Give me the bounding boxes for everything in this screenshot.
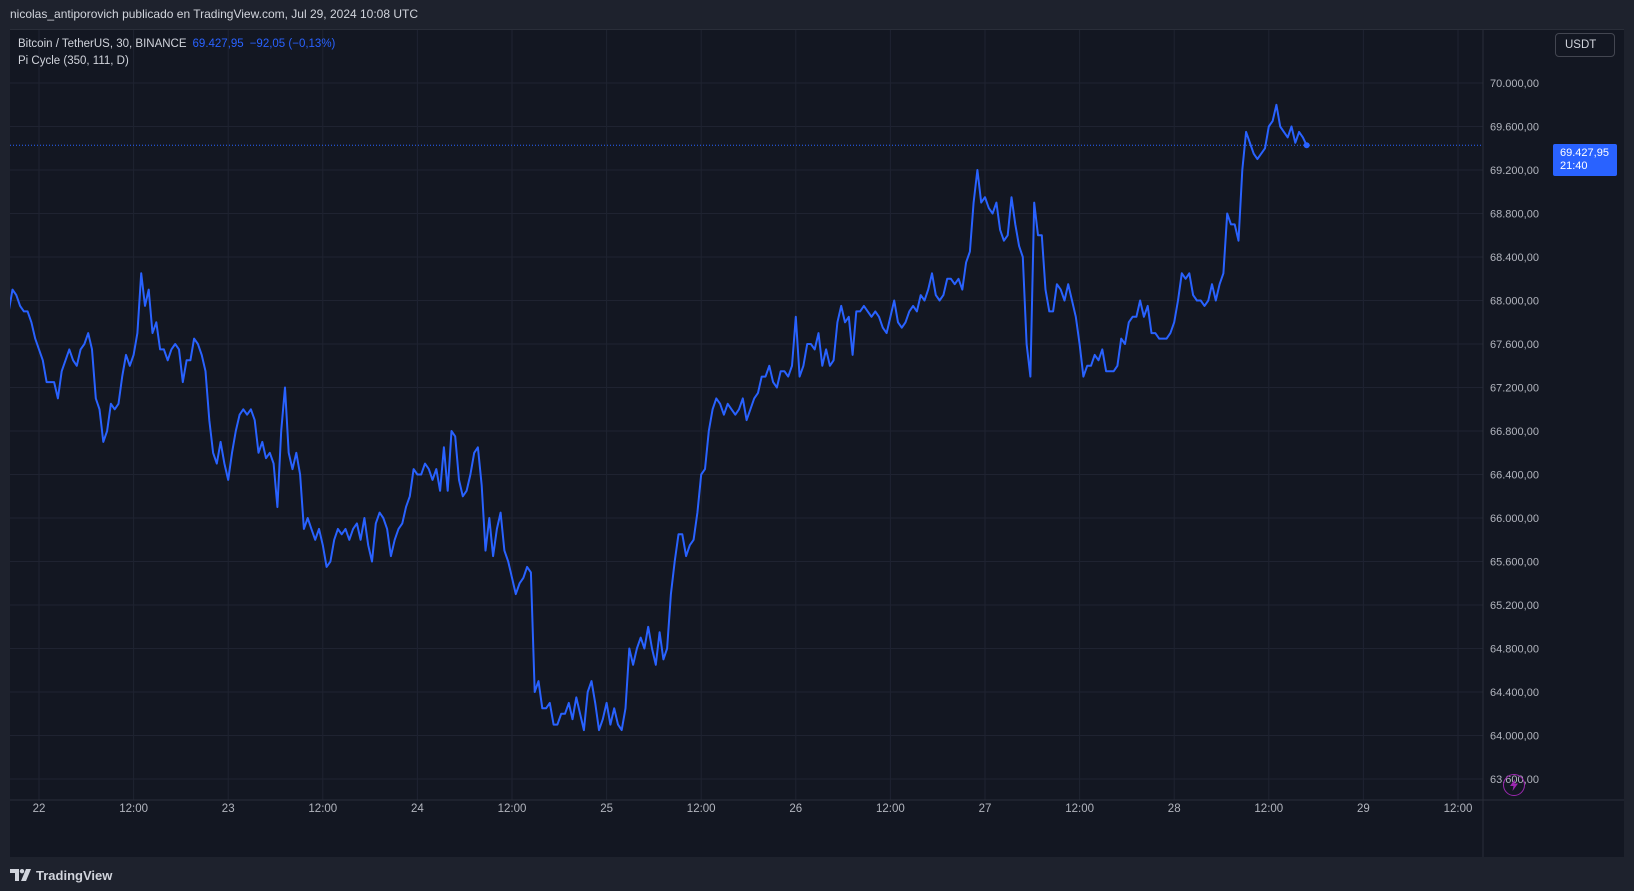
publisher-line: nicolas_antiporovich publicado en Tradin… bbox=[10, 7, 419, 21]
x-tick-label: 12:00 bbox=[119, 803, 148, 815]
y-tick-label: 66.000,00 bbox=[1490, 513, 1539, 525]
legend-symbol-row[interactable]: Bitcoin / TetherUS, 30, BINANCE 69.427,95… bbox=[18, 36, 335, 53]
price-chart[interactable]: 63.600,0064.000,0064.400,0064.800,0065.2… bbox=[10, 30, 1624, 857]
x-tick-label: 26 bbox=[789, 803, 802, 815]
y-tick-label: 69.200,00 bbox=[1490, 165, 1539, 177]
current-price-value: 69.427,95 bbox=[1560, 147, 1609, 159]
y-tick-label: 68.800,00 bbox=[1490, 209, 1539, 221]
y-tick-label: 68.400,00 bbox=[1490, 252, 1539, 264]
legend-indicator-row[interactable]: Pi Cycle (350, 111, D) bbox=[18, 53, 335, 70]
y-tick-label: 64.000,00 bbox=[1490, 731, 1539, 743]
x-tick-label: 12:00 bbox=[308, 803, 337, 815]
x-tick-label: 29 bbox=[1357, 803, 1370, 815]
bar-countdown: 21:40 bbox=[1560, 160, 1588, 172]
chart-legend: Bitcoin / TetherUS, 30, BINANCE 69.427,95… bbox=[18, 36, 335, 70]
x-tick-label: 12:00 bbox=[1065, 803, 1094, 815]
price-change-value: −92,05 (−0,13%) bbox=[249, 38, 336, 50]
indicator-name[interactable]: Pi Cycle (350, 111, D) bbox=[18, 55, 129, 67]
y-tick-label: 66.800,00 bbox=[1490, 426, 1539, 438]
lightning-icon[interactable] bbox=[1503, 774, 1525, 796]
y-tick-label: 67.200,00 bbox=[1490, 383, 1539, 395]
symbol-name[interactable]: Bitcoin / TetherUS, 30, BINANCE bbox=[18, 38, 187, 50]
current-price-label: 69.427,95 21:40 bbox=[1553, 144, 1617, 176]
y-tick-label: 65.200,00 bbox=[1490, 600, 1539, 612]
tradingview-logo-icon bbox=[10, 869, 31, 881]
y-tick-label: 65.600,00 bbox=[1490, 557, 1539, 569]
y-tick-label: 70.000,00 bbox=[1490, 78, 1539, 90]
x-tick-label: 12:00 bbox=[687, 803, 716, 815]
x-tick-label: 12:00 bbox=[876, 803, 905, 815]
y-tick-label: 68.000,00 bbox=[1490, 296, 1539, 308]
x-tick-label: 24 bbox=[411, 803, 424, 815]
x-tick-label: 25 bbox=[600, 803, 613, 815]
x-tick-label: 23 bbox=[222, 803, 235, 815]
x-tick-label: 12:00 bbox=[1444, 803, 1473, 815]
x-tick-label: 12:00 bbox=[1254, 803, 1283, 815]
x-tick-label: 28 bbox=[1168, 803, 1181, 815]
x-tick-label: 27 bbox=[979, 803, 992, 815]
y-tick-label: 67.600,00 bbox=[1490, 339, 1539, 351]
x-tick-label: 22 bbox=[33, 803, 46, 815]
y-tick-label: 64.400,00 bbox=[1490, 687, 1539, 699]
last-price-marker bbox=[1303, 142, 1310, 149]
series-line-btcusdt bbox=[10, 103, 1308, 732]
bottom-bar: TradingView bbox=[0, 857, 1634, 891]
top-bar: nicolas_antiporovich publicado en Tradin… bbox=[0, 0, 1634, 28]
x-tick-label: 12:00 bbox=[498, 803, 527, 815]
brand-name: TradingView bbox=[36, 867, 113, 883]
y-tick-label: 69.600,00 bbox=[1490, 122, 1539, 134]
y-tick-label: 64.800,00 bbox=[1490, 644, 1539, 656]
last-price-value: 69.427,95 bbox=[192, 38, 244, 50]
currency-button[interactable]: USDT bbox=[1555, 33, 1615, 57]
chart-area[interactable]: 63.600,0064.000,0064.400,0064.800,0065.2… bbox=[10, 29, 1624, 857]
y-tick-label: 66.400,00 bbox=[1490, 470, 1539, 482]
brand-logo[interactable]: TradingView bbox=[10, 867, 112, 883]
